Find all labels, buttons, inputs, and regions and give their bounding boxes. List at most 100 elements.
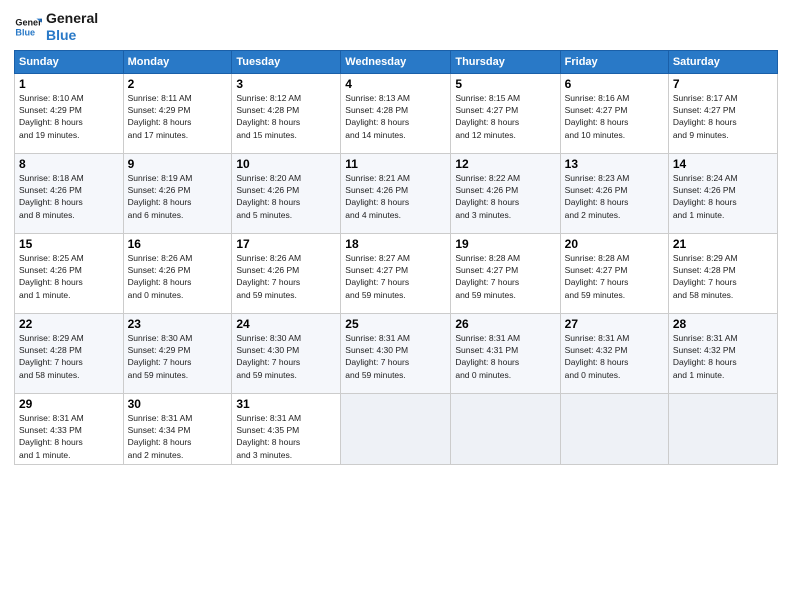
day-info: Sunrise: 8:21 AM Sunset: 4:26 PM Dayligh… <box>345 172 446 221</box>
day-number: 13 <box>565 157 664 171</box>
day-info: Sunrise: 8:23 AM Sunset: 4:26 PM Dayligh… <box>565 172 664 221</box>
calendar-cell: 26Sunrise: 8:31 AM Sunset: 4:31 PM Dayli… <box>451 313 560 393</box>
day-number: 23 <box>128 317 228 331</box>
day-info: Sunrise: 8:26 AM Sunset: 4:26 PM Dayligh… <box>236 252 336 301</box>
day-number: 10 <box>236 157 336 171</box>
day-info: Sunrise: 8:30 AM Sunset: 4:29 PM Dayligh… <box>128 332 228 381</box>
calendar-cell: 16Sunrise: 8:26 AM Sunset: 4:26 PM Dayli… <box>123 233 232 313</box>
day-number: 31 <box>236 397 336 411</box>
calendar-cell: 24Sunrise: 8:30 AM Sunset: 4:30 PM Dayli… <box>232 313 341 393</box>
calendar-cell: 22Sunrise: 8:29 AM Sunset: 4:28 PM Dayli… <box>15 313 124 393</box>
day-info: Sunrise: 8:26 AM Sunset: 4:26 PM Dayligh… <box>128 252 228 301</box>
day-number: 12 <box>455 157 555 171</box>
day-info: Sunrise: 8:31 AM Sunset: 4:33 PM Dayligh… <box>19 412 119 461</box>
logo: General Blue General Blue <box>14 10 98 44</box>
day-info: Sunrise: 8:30 AM Sunset: 4:30 PM Dayligh… <box>236 332 336 381</box>
calendar-cell: 2Sunrise: 8:11 AM Sunset: 4:29 PM Daylig… <box>123 73 232 153</box>
day-number: 19 <box>455 237 555 251</box>
calendar-cell: 13Sunrise: 8:23 AM Sunset: 4:26 PM Dayli… <box>560 153 668 233</box>
calendar-cell: 7Sunrise: 8:17 AM Sunset: 4:27 PM Daylig… <box>668 73 777 153</box>
day-number: 2 <box>128 77 228 91</box>
day-info: Sunrise: 8:29 AM Sunset: 4:28 PM Dayligh… <box>19 332 119 381</box>
calendar-cell <box>341 393 451 464</box>
calendar-cell: 15Sunrise: 8:25 AM Sunset: 4:26 PM Dayli… <box>15 233 124 313</box>
day-info: Sunrise: 8:15 AM Sunset: 4:27 PM Dayligh… <box>455 92 555 141</box>
day-info: Sunrise: 8:28 AM Sunset: 4:27 PM Dayligh… <box>565 252 664 301</box>
calendar-cell: 6Sunrise: 8:16 AM Sunset: 4:27 PM Daylig… <box>560 73 668 153</box>
calendar-cell: 5Sunrise: 8:15 AM Sunset: 4:27 PM Daylig… <box>451 73 560 153</box>
day-info: Sunrise: 8:31 AM Sunset: 4:32 PM Dayligh… <box>565 332 664 381</box>
day-number: 14 <box>673 157 773 171</box>
day-header-monday: Monday <box>123 50 232 73</box>
header: General Blue General Blue <box>14 10 778 44</box>
day-info: Sunrise: 8:18 AM Sunset: 4:26 PM Dayligh… <box>19 172 119 221</box>
calendar-cell: 4Sunrise: 8:13 AM Sunset: 4:28 PM Daylig… <box>341 73 451 153</box>
day-header-wednesday: Wednesday <box>341 50 451 73</box>
day-number: 22 <box>19 317 119 331</box>
day-number: 1 <box>19 77 119 91</box>
day-number: 27 <box>565 317 664 331</box>
day-header-sunday: Sunday <box>15 50 124 73</box>
day-info: Sunrise: 8:11 AM Sunset: 4:29 PM Dayligh… <box>128 92 228 141</box>
calendar-cell: 18Sunrise: 8:27 AM Sunset: 4:27 PM Dayli… <box>341 233 451 313</box>
day-info: Sunrise: 8:31 AM Sunset: 4:30 PM Dayligh… <box>345 332 446 381</box>
day-number: 6 <box>565 77 664 91</box>
day-number: 17 <box>236 237 336 251</box>
day-number: 7 <box>673 77 773 91</box>
day-number: 28 <box>673 317 773 331</box>
day-info: Sunrise: 8:31 AM Sunset: 4:31 PM Dayligh… <box>455 332 555 381</box>
day-info: Sunrise: 8:29 AM Sunset: 4:28 PM Dayligh… <box>673 252 773 301</box>
day-info: Sunrise: 8:13 AM Sunset: 4:28 PM Dayligh… <box>345 92 446 141</box>
calendar-cell <box>451 393 560 464</box>
day-info: Sunrise: 8:10 AM Sunset: 4:29 PM Dayligh… <box>19 92 119 141</box>
day-info: Sunrise: 8:25 AM Sunset: 4:26 PM Dayligh… <box>19 252 119 301</box>
day-header-tuesday: Tuesday <box>232 50 341 73</box>
day-info: Sunrise: 8:16 AM Sunset: 4:27 PM Dayligh… <box>565 92 664 141</box>
day-info: Sunrise: 8:24 AM Sunset: 4:26 PM Dayligh… <box>673 172 773 221</box>
calendar-cell: 30Sunrise: 8:31 AM Sunset: 4:34 PM Dayli… <box>123 393 232 464</box>
day-header-friday: Friday <box>560 50 668 73</box>
day-number: 24 <box>236 317 336 331</box>
day-number: 21 <box>673 237 773 251</box>
calendar-cell: 17Sunrise: 8:26 AM Sunset: 4:26 PM Dayli… <box>232 233 341 313</box>
day-info: Sunrise: 8:27 AM Sunset: 4:27 PM Dayligh… <box>345 252 446 301</box>
day-number: 3 <box>236 77 336 91</box>
calendar-cell: 29Sunrise: 8:31 AM Sunset: 4:33 PM Dayli… <box>15 393 124 464</box>
day-number: 11 <box>345 157 446 171</box>
calendar-cell: 11Sunrise: 8:21 AM Sunset: 4:26 PM Dayli… <box>341 153 451 233</box>
day-info: Sunrise: 8:22 AM Sunset: 4:26 PM Dayligh… <box>455 172 555 221</box>
calendar-cell: 12Sunrise: 8:22 AM Sunset: 4:26 PM Dayli… <box>451 153 560 233</box>
day-number: 30 <box>128 397 228 411</box>
calendar-cell: 25Sunrise: 8:31 AM Sunset: 4:30 PM Dayli… <box>341 313 451 393</box>
calendar-cell: 19Sunrise: 8:28 AM Sunset: 4:27 PM Dayli… <box>451 233 560 313</box>
calendar-table: SundayMondayTuesdayWednesdayThursdayFrid… <box>14 50 778 465</box>
day-header-saturday: Saturday <box>668 50 777 73</box>
day-number: 9 <box>128 157 228 171</box>
logo-icon: General Blue <box>14 13 42 41</box>
day-info: Sunrise: 8:19 AM Sunset: 4:26 PM Dayligh… <box>128 172 228 221</box>
day-info: Sunrise: 8:31 AM Sunset: 4:35 PM Dayligh… <box>236 412 336 461</box>
calendar-cell: 20Sunrise: 8:28 AM Sunset: 4:27 PM Dayli… <box>560 233 668 313</box>
calendar-cell: 21Sunrise: 8:29 AM Sunset: 4:28 PM Dayli… <box>668 233 777 313</box>
calendar-cell <box>668 393 777 464</box>
calendar-cell: 9Sunrise: 8:19 AM Sunset: 4:26 PM Daylig… <box>123 153 232 233</box>
calendar-cell: 8Sunrise: 8:18 AM Sunset: 4:26 PM Daylig… <box>15 153 124 233</box>
calendar-cell: 1Sunrise: 8:10 AM Sunset: 4:29 PM Daylig… <box>15 73 124 153</box>
day-info: Sunrise: 8:17 AM Sunset: 4:27 PM Dayligh… <box>673 92 773 141</box>
day-number: 26 <box>455 317 555 331</box>
calendar-cell: 23Sunrise: 8:30 AM Sunset: 4:29 PM Dayli… <box>123 313 232 393</box>
calendar-cell: 31Sunrise: 8:31 AM Sunset: 4:35 PM Dayli… <box>232 393 341 464</box>
day-info: Sunrise: 8:12 AM Sunset: 4:28 PM Dayligh… <box>236 92 336 141</box>
day-info: Sunrise: 8:20 AM Sunset: 4:26 PM Dayligh… <box>236 172 336 221</box>
main-container: General Blue General Blue SundayMondayTu… <box>0 0 792 475</box>
day-number: 5 <box>455 77 555 91</box>
calendar-cell <box>560 393 668 464</box>
day-number: 29 <box>19 397 119 411</box>
day-info: Sunrise: 8:28 AM Sunset: 4:27 PM Dayligh… <box>455 252 555 301</box>
day-number: 15 <box>19 237 119 251</box>
calendar-cell: 28Sunrise: 8:31 AM Sunset: 4:32 PM Dayli… <box>668 313 777 393</box>
calendar-cell: 14Sunrise: 8:24 AM Sunset: 4:26 PM Dayli… <box>668 153 777 233</box>
day-number: 25 <box>345 317 446 331</box>
day-number: 4 <box>345 77 446 91</box>
day-number: 18 <box>345 237 446 251</box>
